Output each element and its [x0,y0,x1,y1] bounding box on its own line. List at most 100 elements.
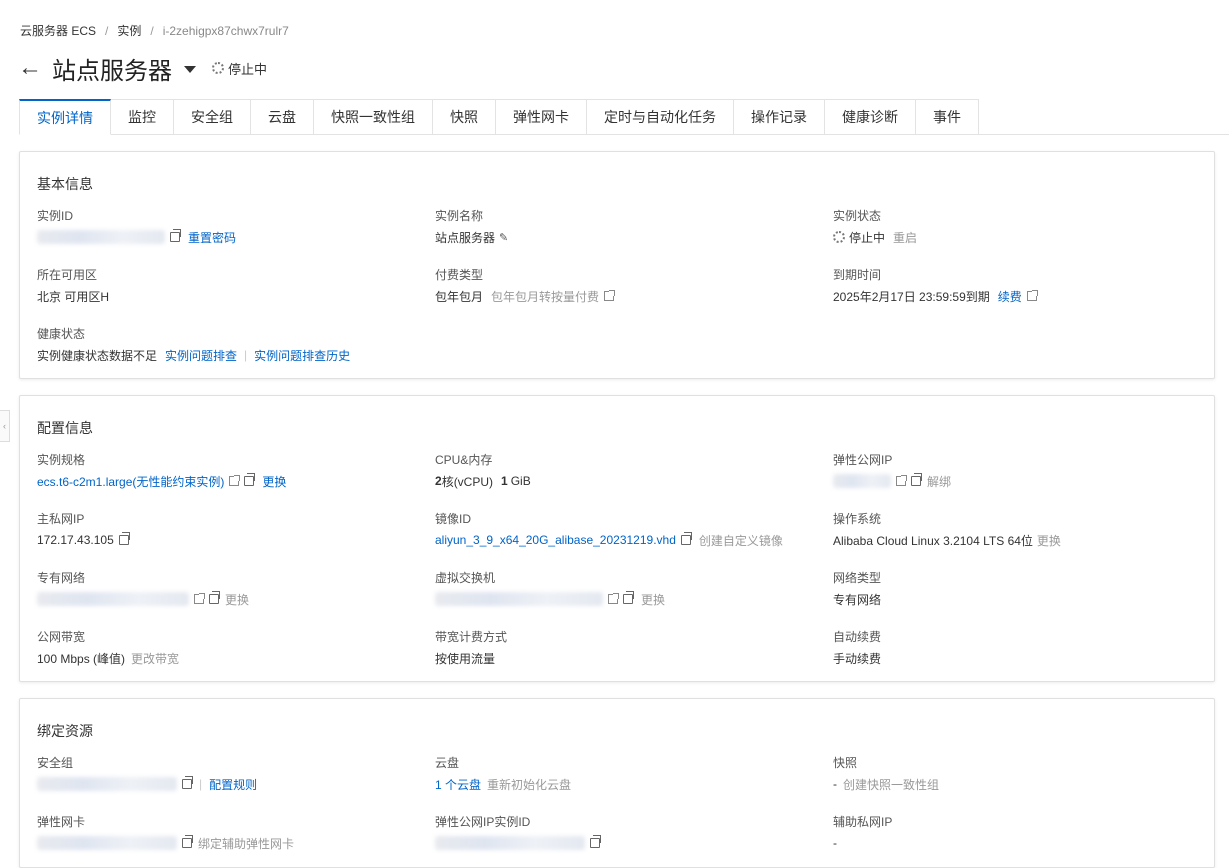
zone-value: 北京 可用区H [37,289,110,304]
copy-icon[interactable] [244,473,256,486]
configure-rules-link[interactable]: 配置规则 [209,776,257,793]
field-label: 到期时间 [833,268,882,282]
convert-billing-link[interactable]: 包年包月转按量付费 [491,288,599,305]
divider: | [199,777,203,791]
external-link-icon[interactable] [896,475,907,486]
status-text: 停止中 [228,61,268,77]
external-link-icon[interactable] [229,475,241,486]
caret-down-icon[interactable] [184,66,196,73]
field-os: 操作系统 Alibaba Cloud Linux 3.2104 LTS 64位 … [833,510,1213,548]
field-expire-time: 到期时间 2025年2月17日 23:59:59到期 续费 [833,266,1213,304]
instance-status-value: 停止中 [849,230,886,245]
field-label: 云盘 [435,756,460,770]
change-vpc-link[interactable]: 更换 [225,591,249,608]
config-info-panel: 配置信息 实例规格 ecs.t6-c2m1.large(无性能约束实例) 更换 … [19,395,1215,682]
change-spec-link[interactable]: 更换 [262,473,286,490]
field-cpu-memory: CPU&内存 2 核(vCPU) 1 GiB [435,451,815,489]
redacted-value [833,474,891,488]
field-bandwidth-billing: 带宽计费方式 按使用流量 [435,628,815,666]
cpu-count: 2 [435,474,442,488]
field-label: 公网带宽 [37,630,86,644]
network-type-value: 专有网络 [833,592,882,607]
copy-icon[interactable] [170,229,181,242]
unbind-eip-link[interactable]: 解绑 [927,473,951,490]
tab-snapshots[interactable]: 快照 [433,99,496,135]
field-disk: 云盘 1 个云盘 重新初始化云盘 [435,754,815,792]
image-id-link[interactable]: aliyun_3_9_x64_20G_alibase_20231219.vhd [435,533,676,547]
instance-spec-link[interactable]: ecs.t6-c2m1.large(无性能约束实例) [37,473,224,490]
copy-icon[interactable] [623,591,634,604]
breadcrumb-instances[interactable]: 实例 [117,22,141,39]
back-arrow-icon[interactable]: ← [18,56,42,80]
reinit-disk-link[interactable]: 重新初始化云盘 [487,776,571,793]
external-link-icon[interactable] [608,593,619,604]
tab-events[interactable]: 事件 [916,99,979,135]
field-snapshot: 快照 - 创建快照一致性组 [833,754,1213,792]
private-ip-value: 172.17.43.105 [37,533,114,547]
create-custom-image-link[interactable]: 创建自定义镜像 [699,532,783,549]
tab-eni[interactable]: 弹性网卡 [496,99,587,135]
field-auto-renew: 自动续费 手动续费 [833,628,1213,666]
tab-instance-details[interactable]: 实例详情 [19,99,111,135]
change-os-link[interactable]: 更换 [1037,532,1061,549]
tab-bar: 实例详情 监控 安全组 云盘 快照一致性组 快照 弹性网卡 定时与自动化任务 操… [19,99,1229,135]
restart-link[interactable]: 重启 [893,229,917,246]
expire-value: 2025年2月17日 23:59:59到期 [833,289,990,304]
copy-icon[interactable] [590,835,601,848]
field-label: 安全组 [37,756,74,770]
field-bandwidth: 公网带宽 100 Mbps (峰值) 更改带宽 [37,628,417,666]
renew-link[interactable]: 续费 [998,288,1022,305]
redacted-value [37,777,177,791]
sidebar-toggle[interactable]: ‹ [0,410,10,442]
tab-security-groups[interactable]: 安全组 [174,99,251,135]
copy-icon[interactable] [182,835,193,848]
tab-health-diagnosis[interactable]: 健康诊断 [825,99,916,135]
field-eni: 弹性网卡 绑定辅助弹性网卡 [37,813,417,851]
external-link-icon[interactable] [1026,290,1038,301]
copy-icon[interactable] [680,532,692,545]
troubleshoot-link[interactable]: 实例问题排查 [165,347,237,364]
cpu-unit: 核(vCPU) [441,474,494,489]
external-link-icon[interactable] [604,290,616,301]
field-billing-type: 付费类型 包年包月 包年包月转按量付费 [435,266,815,304]
field-label: 辅助私网IP [833,815,893,829]
panel-title: 配置信息 [37,420,93,436]
field-instance-status: 实例状态 停止中 重启 [833,207,1213,245]
field-vpc: 专有网络 更换 [37,569,417,607]
copy-icon[interactable] [209,591,220,604]
tab-scheduled-tasks[interactable]: 定时与自动化任务 [587,99,734,135]
copy-icon[interactable] [118,532,130,545]
copy-icon[interactable] [911,473,922,486]
field-label: 实例名称 [435,209,484,223]
copy-icon[interactable] [182,776,193,789]
field-label: 弹性公网IP [833,453,893,467]
field-label: 网络类型 [833,571,882,585]
change-vswitch-link[interactable]: 更换 [641,591,665,608]
edit-icon[interactable]: ✎ [499,231,508,244]
tab-operation-logs[interactable]: 操作记录 [734,99,825,135]
tab-disks[interactable]: 云盘 [251,99,314,135]
memory-size: 1 [501,474,508,488]
disk-count-link[interactable]: 1 个云盘 [435,776,481,793]
field-label: CPU&内存 [435,453,493,467]
loading-spinner-icon [212,62,224,74]
tab-monitoring[interactable]: 监控 [111,99,174,135]
create-snapshot-group-link[interactable]: 创建快照一致性组 [843,776,939,793]
snapshot-value: - [833,777,837,791]
field-security-group: 安全组 | 配置规则 [37,754,417,792]
field-instance-id: 实例ID 重置密码 [37,207,417,245]
reset-password-link[interactable]: 重置密码 [188,229,236,246]
field-label: 操作系统 [833,512,882,526]
redacted-value [37,592,189,606]
panel-title: 基本信息 [37,176,93,192]
field-health-status: 健康状态 实例健康状态数据不足 实例问题排查 | 实例问题排查历史 [37,325,537,363]
change-bandwidth-link[interactable]: 更改带宽 [131,650,179,667]
breadcrumb-ecs[interactable]: 云服务器 ECS [20,22,96,39]
field-label: 所在可用区 [37,268,98,282]
tab-snapshot-consistency-groups[interactable]: 快照一致性组 [314,99,433,135]
field-eip: 弹性公网IP 解绑 [833,451,1213,489]
troubleshoot-history-link[interactable]: 实例问题排查历史 [254,347,350,364]
redacted-value [435,836,585,850]
bind-secondary-eni-link[interactable]: 绑定辅助弹性网卡 [198,835,294,852]
external-link-icon[interactable] [194,593,205,604]
